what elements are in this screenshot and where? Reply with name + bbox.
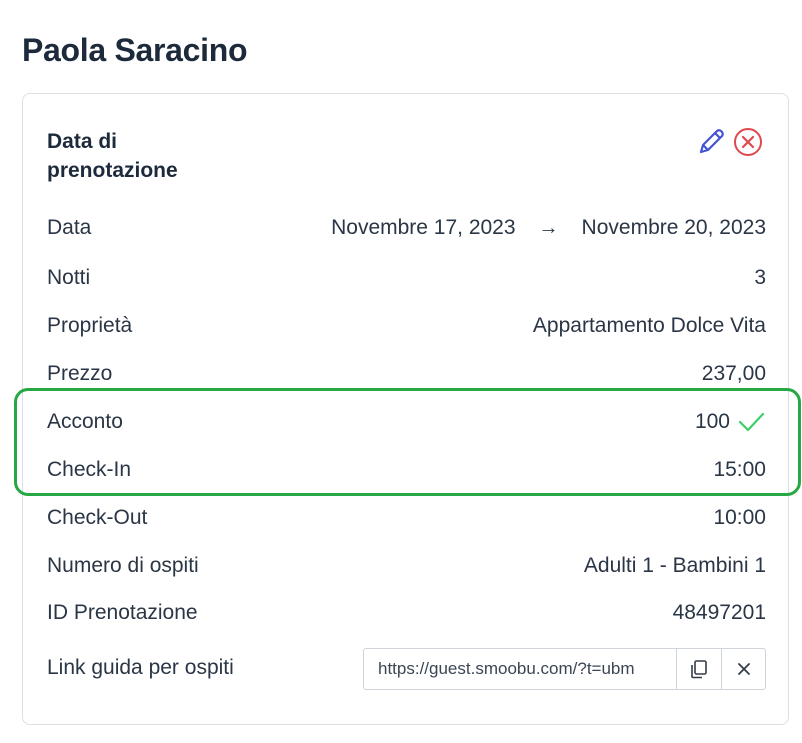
guest-name: Paola Saracino [22, 32, 248, 68]
check-icon [738, 412, 765, 432]
date-start: Novembre 17, 2023 [331, 216, 516, 239]
row-label: Data [47, 216, 92, 239]
date-range: Novembre 17, 2023 → Novembre 20, 2023 [331, 216, 766, 240]
row-checkout: Check-Out 10:00 [47, 503, 766, 533]
row-booking-id: ID Prenotazione 48497201 [47, 598, 766, 628]
copy-button[interactable] [676, 649, 721, 689]
row-checkin: Check-In 15:00 [47, 455, 766, 485]
deposit-value: 100 [694, 410, 730, 433]
guest-link-input[interactable] [364, 649, 676, 689]
row-date: Data Novembre 17, 2023 → Novembre 20, 20… [47, 213, 766, 243]
close-icon [738, 663, 750, 675]
row-property: Proprietà Appartamento Dolce Vita [47, 311, 766, 341]
guest-link-field-group [363, 648, 766, 690]
guest-link-label: Link guida per ospiti [47, 656, 234, 679]
guests-value: Adulti 1 - Bambini 1 [583, 554, 766, 577]
pencil-icon[interactable] [694, 125, 728, 159]
checkin-value: 15:00 [713, 458, 766, 481]
row-nights: Notti 3 [47, 263, 766, 293]
deposit-value-group: 100 [695, 407, 766, 437]
row-label: Notti [47, 266, 91, 289]
row-label: Check-Out [47, 506, 148, 529]
checkout-value: 10:00 [713, 506, 766, 529]
nights-value: 3 [754, 266, 766, 289]
arrow-right-icon: → [538, 216, 559, 239]
close-circle-icon[interactable] [732, 126, 764, 158]
card-title: Data di prenotazione [47, 130, 178, 182]
clear-button[interactable] [721, 649, 766, 689]
date-end: Novembre 20, 2023 [581, 216, 766, 239]
booking-id-value: 48497201 [672, 601, 766, 624]
copy-icon [691, 660, 707, 679]
row-label: Check-In [47, 458, 132, 481]
row-label: Proprietà [47, 314, 133, 337]
row-label: Prezzo [47, 362, 113, 385]
row-label: Acconto [47, 410, 123, 433]
price-value: 237,00 [701, 362, 766, 385]
row-label: ID Prenotazione [47, 601, 198, 624]
row-price: Prezzo 237,00 [47, 359, 766, 389]
property-value: Appartamento Dolce Vita [532, 314, 766, 337]
row-guests: Numero di ospiti Adulti 1 - Bambini 1 [47, 551, 766, 581]
row-label: Numero di ospiti [47, 554, 199, 577]
row-deposit: Acconto 100 [47, 407, 766, 437]
